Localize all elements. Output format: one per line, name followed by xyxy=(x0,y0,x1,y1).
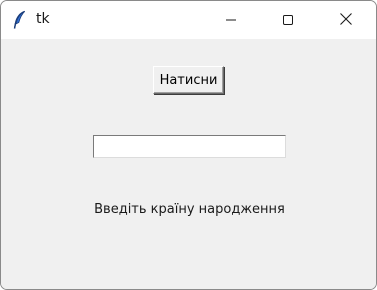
close-icon xyxy=(339,11,353,30)
minimize-icon xyxy=(225,11,237,30)
title-bar[interactable]: tk xyxy=(1,1,376,39)
maximize-button[interactable] xyxy=(263,1,313,39)
tk-feather-icon xyxy=(11,10,29,30)
window-title: tk xyxy=(36,11,50,27)
app-window: tk Натисни Введіть країну народження xyxy=(0,0,377,290)
maximize-icon xyxy=(282,11,294,30)
press-button[interactable]: Натисни xyxy=(153,66,224,94)
window-content: Натисни Введіть країну народження xyxy=(1,39,376,289)
country-entry[interactable] xyxy=(93,135,286,158)
instruction-label: Введіть країну народження xyxy=(94,202,285,217)
minimize-button[interactable] xyxy=(206,1,256,39)
close-button[interactable] xyxy=(321,1,371,39)
